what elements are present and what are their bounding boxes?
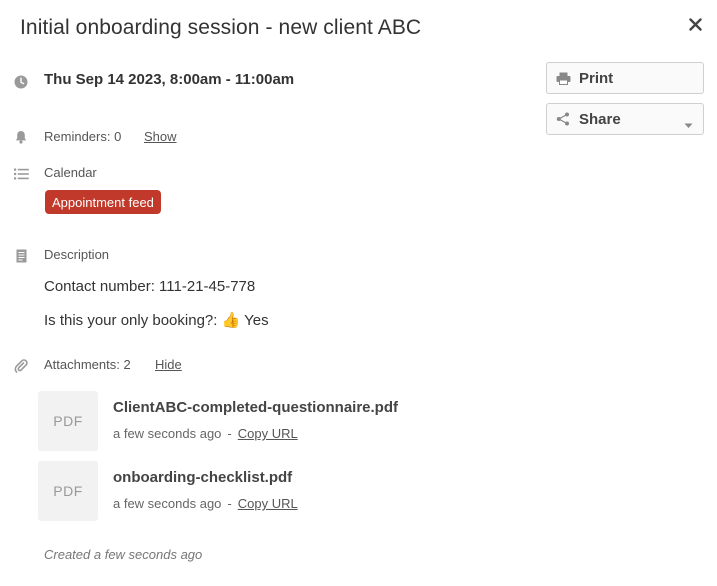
calendar-label: Calendar xyxy=(44,165,97,180)
clock-icon xyxy=(13,74,29,90)
description-line: Is this your only booking?: 👍 Yes xyxy=(44,312,269,329)
pdf-file-icon[interactable]: PDF xyxy=(38,391,98,451)
bell-icon xyxy=(13,129,29,145)
calendar-badge: Appointment feed xyxy=(45,190,161,214)
print-button[interactable]: Print xyxy=(546,62,704,94)
copy-url-link[interactable]: Copy URL xyxy=(238,496,298,511)
event-datetime: Thu Sep 14 2023, 8:00am - 11:00am xyxy=(44,71,295,88)
close-button[interactable] xyxy=(682,11,708,37)
meta-separator: - xyxy=(227,496,232,511)
description-label: Description xyxy=(44,247,110,262)
share-dropdown-button[interactable]: Share xyxy=(546,103,704,135)
reminders-show-link[interactable]: Show xyxy=(144,129,177,144)
printer-icon xyxy=(555,70,571,86)
attachment-meta: a few seconds ago - Copy URL xyxy=(113,426,298,441)
pdf-file-icon[interactable]: PDF xyxy=(38,461,98,521)
meta-separator: - xyxy=(227,426,232,441)
description-line: Contact number: 111-21-45-778 xyxy=(44,278,256,295)
attachment-time: a few seconds ago xyxy=(113,496,222,511)
print-button-label: Print xyxy=(579,69,614,87)
attachments-hide-link[interactable]: Hide xyxy=(155,357,182,372)
copy-url-link[interactable]: Copy URL xyxy=(238,426,298,441)
event-title: Initial onboarding session - new client … xyxy=(20,16,422,39)
document-icon xyxy=(13,248,29,264)
share-button-label: Share xyxy=(579,110,621,128)
attachment-name[interactable]: ClientABC-completed-questionnaire.pdf xyxy=(113,399,398,416)
chevron-down-icon xyxy=(684,116,693,134)
created-timestamp: Created a few seconds ago xyxy=(44,547,203,562)
attachment-time: a few seconds ago xyxy=(113,426,222,441)
paperclip-icon xyxy=(13,358,29,374)
attachment-name[interactable]: onboarding-checklist.pdf xyxy=(113,469,292,486)
share-icon xyxy=(555,111,571,127)
list-icon xyxy=(13,166,29,182)
attachments-count: Attachments: 2 xyxy=(44,357,131,372)
attachment-meta: a few seconds ago - Copy URL xyxy=(113,496,298,511)
close-icon[interactable] xyxy=(688,17,702,31)
reminders-count: Reminders: 0 xyxy=(44,129,122,144)
